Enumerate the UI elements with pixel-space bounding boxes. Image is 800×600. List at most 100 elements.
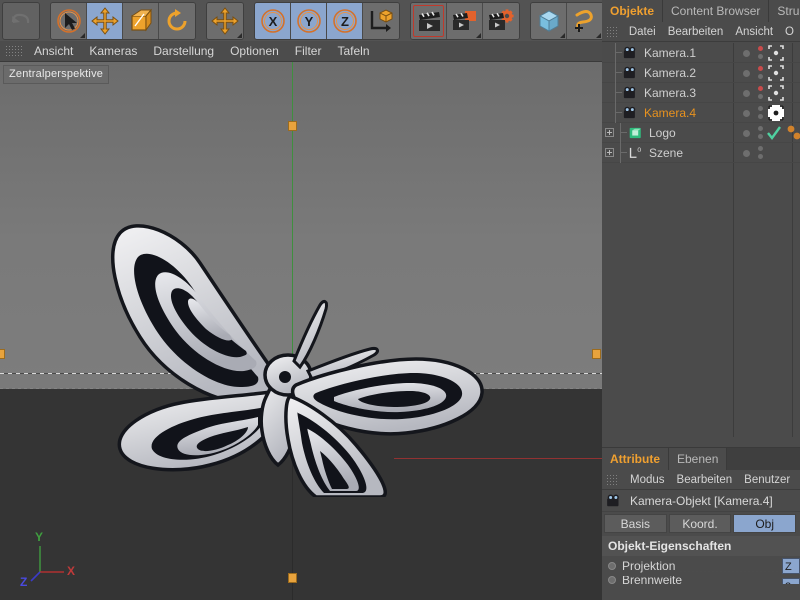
prop-tab-basis[interactable]: Basis <box>604 514 667 533</box>
scale-icon[interactable] <box>123 2 159 39</box>
move-handle-top[interactable] <box>288 121 297 131</box>
move-icon[interactable] <box>87 2 123 39</box>
tab-struktur[interactable]: Struktu <box>769 0 800 22</box>
select-arrow-icon[interactable] <box>51 2 87 39</box>
prop-tab-objekt[interactable]: Obj <box>733 514 797 533</box>
attribute-manager: Attribute Ebenen Modus Bearbeiten Benutz… <box>602 447 800 600</box>
target-tag-icon[interactable] <box>768 65 784 81</box>
move-handle-bottom[interactable] <box>288 573 297 583</box>
table-row[interactable]: Kamera.2 <box>602 62 800 83</box>
viewport-menu-tafeln[interactable]: Tafeln <box>329 41 377 62</box>
y-axis-icon[interactable]: Y <box>291 2 327 39</box>
object-manager-menu-grip[interactable] <box>606 26 618 37</box>
table-row[interactable]: Kamera.3 <box>602 82 800 103</box>
toolbar-group-world-axis <box>206 1 244 40</box>
render-dots[interactable] <box>754 104 768 122</box>
tree-connector <box>611 82 623 103</box>
attribute-object-title: Kamera-Objekt [Kamera.4] <box>630 493 773 508</box>
tree-connector <box>616 142 628 163</box>
tree-connector <box>616 122 628 143</box>
camera-icon <box>607 494 619 506</box>
om-menu-bearbeiten[interactable]: Bearbeiten <box>662 26 730 38</box>
property-bullet-icon <box>608 562 616 570</box>
table-row[interactable]: Kamera.4 <box>602 102 800 123</box>
tree-connector <box>611 62 623 83</box>
am-menu-bearbeiten[interactable]: Bearbeiten <box>671 474 739 486</box>
texture-dots-icon <box>787 125 800 140</box>
am-menu-benutzer[interactable]: Benutzer <box>738 474 796 486</box>
om-menu-ansicht[interactable]: Ansicht <box>729 26 779 38</box>
viewport-menu-filter[interactable]: Filter <box>287 41 330 62</box>
tab-ebenen[interactable]: Ebenen <box>669 448 728 470</box>
svg-text:Z: Z <box>341 14 349 29</box>
axis-move-icon[interactable] <box>207 2 243 39</box>
expand-toggle-szene[interactable] <box>605 148 614 157</box>
viewport-menu-optionen[interactable]: Optionen <box>222 41 287 62</box>
null-object-icon: 0 <box>629 147 641 158</box>
render-dots[interactable] <box>754 84 768 102</box>
attribute-manager-menu-grip[interactable] <box>606 474 619 485</box>
prop-tab-koord[interactable]: Koord. <box>668 514 732 533</box>
om-menu-objekte[interactable]: O <box>779 26 800 38</box>
tab-attribute[interactable]: Attribute <box>602 448 669 470</box>
move-handle-right[interactable] <box>592 349 601 359</box>
z-axis-icon[interactable]: Z <box>327 2 363 39</box>
viewport-menu-darstellung[interactable]: Darstellung <box>145 41 222 62</box>
extrude-nurbs-icon <box>629 127 641 138</box>
undo-icon[interactable] <box>3 2 39 39</box>
expand-toggle-logo[interactable] <box>605 128 614 137</box>
property-label: Brennweite <box>622 576 683 584</box>
table-row[interactable]: Logo <box>602 122 800 143</box>
target-tag-icon[interactable] <box>768 85 784 101</box>
property-value-projektion[interactable]: Z <box>782 558 800 574</box>
viewport-menu-kameras[interactable]: Kameras <box>81 41 145 62</box>
tab-content-browser[interactable]: Content Browser <box>663 0 770 22</box>
material-tag-group[interactable] <box>786 124 800 142</box>
render-settings-icon[interactable] <box>483 2 519 39</box>
object-name: Kamera.3 <box>644 85 697 100</box>
render-view-icon[interactable] <box>411 2 447 39</box>
viewport-menu-grip[interactable] <box>5 44 22 58</box>
svg-text:Y: Y <box>304 14 313 29</box>
object-name: Kamera.2 <box>644 65 697 80</box>
object-name: Kamera.1 <box>644 45 697 60</box>
property-leader-dots <box>679 560 796 572</box>
phong-check-icon[interactable] <box>766 125 782 141</box>
render-dots[interactable] <box>754 144 768 162</box>
cube-primitive-icon[interactable] <box>531 2 567 39</box>
axis-gizmo: Y X Z <box>18 530 88 592</box>
object-name: Szene <box>649 145 684 160</box>
property-row-projektion[interactable]: Projektion Z <box>602 556 800 576</box>
tab-objekte[interactable]: Objekte <box>602 0 664 22</box>
viewport-canvas[interactable]: Zentralperspektive Y X Z <box>0 62 602 600</box>
table-row[interactable]: Kamera.1 <box>602 42 800 63</box>
object-world-icon[interactable] <box>363 2 399 39</box>
move-handle-left[interactable] <box>0 349 5 359</box>
om-menu-datei[interactable]: Datei <box>623 26 662 38</box>
render-picture-viewer-icon[interactable] <box>447 2 483 39</box>
table-row[interactable]: 0 Szene <box>602 142 800 163</box>
attribute-object-header: Kamera-Objekt [Kamera.4] <box>602 490 800 512</box>
property-value-brennweite[interactable]: 3 <box>782 578 800 584</box>
attribute-manager-menubar: Modus Bearbeiten Benutzer <box>602 470 800 490</box>
rotate-icon[interactable] <box>159 2 195 39</box>
viewport-menu-ansicht[interactable]: Ansicht <box>26 41 81 62</box>
viewport-camera-label: Zentralperspektive <box>3 65 110 84</box>
property-row-brennweite[interactable]: Brennweite 3 <box>602 576 800 584</box>
object-name: Logo <box>649 125 676 140</box>
property-leader-dots <box>686 576 796 584</box>
render-dots[interactable] <box>754 44 768 62</box>
tree-connector <box>611 42 623 63</box>
camera-icon <box>623 86 636 98</box>
camera-icon <box>623 66 636 78</box>
spline-icon[interactable] <box>567 2 603 39</box>
am-menu-modus[interactable]: Modus <box>624 474 671 486</box>
butterfly-logo-object[interactable] <box>80 207 500 497</box>
target-tag-icon[interactable] <box>768 45 784 61</box>
x-axis-icon[interactable]: X <box>255 2 291 39</box>
toolbar-group-transform <box>50 1 196 40</box>
toolbar-group-render <box>410 1 520 40</box>
target-tag-icon-white[interactable] <box>768 105 784 121</box>
render-dots[interactable] <box>754 64 768 82</box>
toolbar-group-axis-locks: X Y Z <box>254 1 400 40</box>
